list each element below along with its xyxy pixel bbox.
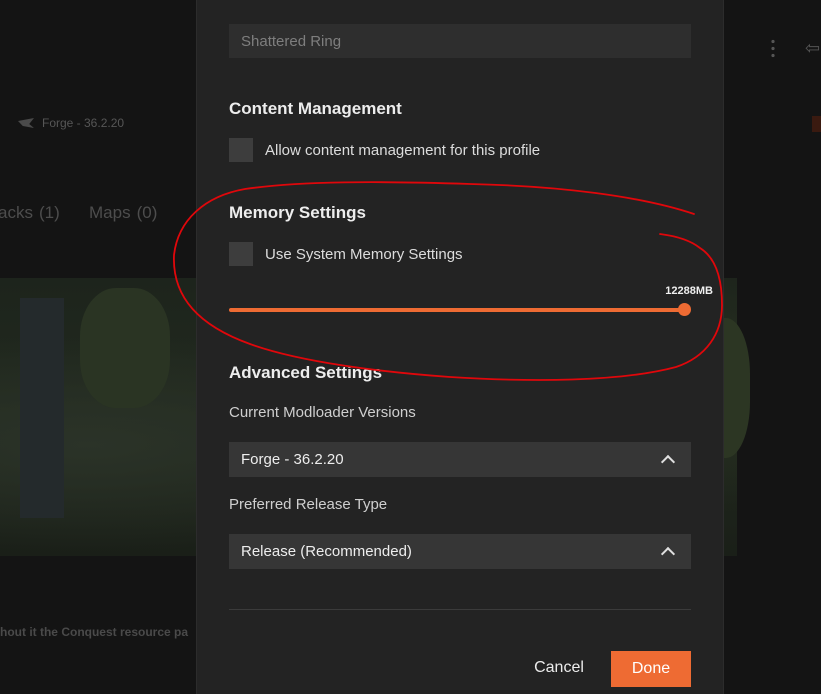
footer-divider [229, 609, 691, 610]
bg-tab-count: (1) [38, 203, 60, 222]
bg-side-strip [812, 116, 821, 132]
profile-name-input[interactable]: Shattered Ring [229, 24, 691, 58]
bg-modloader-info: Forge - 36.2.20 [18, 116, 124, 130]
bg-tab-maps: Maps (0) [89, 203, 157, 223]
advanced-settings-title: Advanced Settings [229, 363, 383, 382]
content-management-row[interactable]: Allow content management for this profil… [229, 138, 540, 162]
memory-settings-title: Memory Settings [229, 203, 366, 222]
content-management-checkbox[interactable] [229, 138, 253, 162]
memory-slider-value: 12288MB [665, 285, 713, 297]
modloader-versions-label: Current Modloader Versions [229, 404, 416, 421]
done-button[interactable]: Done [611, 651, 691, 687]
bg-description: hout it the Conquest resource pa [0, 625, 189, 639]
memory-slider-track[interactable] [229, 308, 685, 312]
content-management-label: Allow content management for this profil… [265, 141, 541, 159]
bg-tab-label: acks [0, 203, 33, 222]
cancel-button[interactable]: Cancel [519, 652, 599, 684]
release-type-select[interactable]: Release (Recommended) [229, 534, 691, 569]
back-arrow-icon: ⇦ [805, 38, 821, 58]
content-management-title: Content Management [229, 99, 402, 118]
bg-modloader-text: Forge - 36.2.20 [42, 116, 125, 130]
system-memory-checkbox[interactable] [229, 242, 253, 266]
modloader-select-value: Forge - 36.2.20 [241, 451, 344, 468]
release-type-label: Preferred Release Type [229, 496, 388, 513]
system-memory-label: Use System Memory Settings [265, 245, 463, 263]
profile-settings-modal: Shattered Ring Content Management Allow … [196, 0, 724, 694]
chevron-up-icon [660, 546, 676, 561]
kebab-menu-icon [771, 38, 775, 58]
modloader-select[interactable]: Forge - 36.2.20 [229, 442, 691, 477]
bg-tab-count: (0) [136, 203, 158, 222]
forge-anvil-icon [18, 118, 34, 128]
bg-tab-label: Maps [89, 203, 131, 222]
chevron-up-icon [660, 454, 676, 469]
release-type-select-value: Release (Recommended) [241, 543, 412, 560]
memory-slider-thumb[interactable] [678, 303, 691, 316]
system-memory-row[interactable]: Use System Memory Settings [229, 242, 463, 266]
bg-tab-resourcepacks: acks (1) [0, 203, 60, 223]
